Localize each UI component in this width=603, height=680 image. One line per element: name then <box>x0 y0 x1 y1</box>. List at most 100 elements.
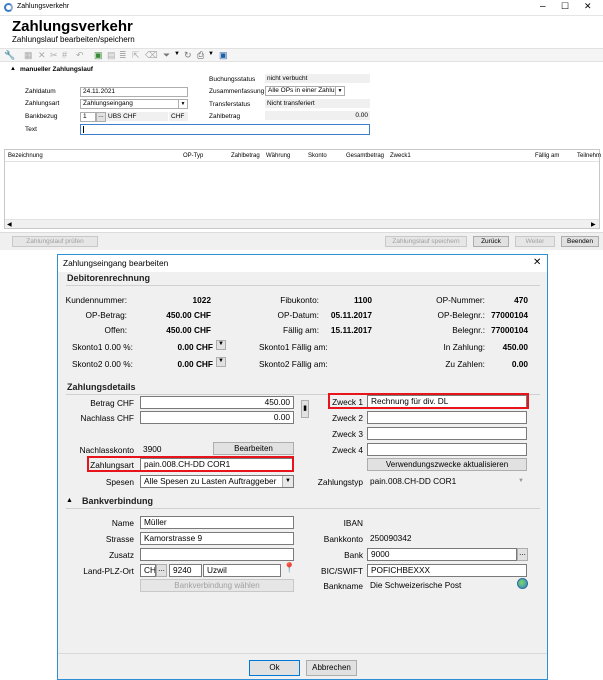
col-bezeichnung[interactable]: Bezeichnung <box>8 153 43 159</box>
chevron-down-icon[interactable]: ▼ <box>178 100 187 108</box>
bank-browse-button[interactable]: ... <box>517 548 528 561</box>
op-grid[interactable]: Bezeichnung OP-Typ Zahlbetrag Währung Sk… <box>4 149 601 229</box>
zurueck-button[interactable]: Zurück <box>473 236 509 247</box>
scroll-right-icon[interactable]: ▶ <box>591 221 596 228</box>
col-waehrung[interactable]: Währung <box>266 153 290 159</box>
nachlass-input[interactable]: 0.00 <box>140 411 294 424</box>
zweck1-highlight <box>328 393 529 409</box>
zahlungslauf-speichern-button[interactable]: Zahlungslauf speichern <box>385 236 467 247</box>
strasse-input[interactable]: Kamorstrasse 9 <box>140 532 294 545</box>
col-teilnehm[interactable]: Teilnehm <box>577 153 601 159</box>
ort-input[interactable]: Uzwil <box>203 564 281 577</box>
zahlungstyp-select[interactable]: pain.008.CH-DD COR1 ▼ <box>367 475 527 488</box>
globe-icon[interactable] <box>517 578 528 589</box>
filter-dropdown-icon[interactable]: ▼ <box>174 51 180 57</box>
iban-label: IBAN <box>343 518 363 528</box>
calculator-icon[interactable]: ▮ <box>301 400 309 418</box>
save-icon[interactable]: ▦ <box>24 50 33 61</box>
scissors-icon[interactable]: ✂ <box>50 50 58 61</box>
plz-input[interactable]: 9240 <box>169 564 202 577</box>
zuzahlen-value: 0.00 <box>511 359 528 369</box>
scroll-left-icon[interactable]: ◀ <box>7 221 12 228</box>
col-skonto[interactable]: Skonto <box>308 153 327 159</box>
horizontal-scrollbar[interactable]: ◀ ▶ <box>5 219 599 228</box>
zweck2-input[interactable] <box>367 411 527 424</box>
bankbezug-nr-input[interactable]: 1 <box>80 112 96 122</box>
zweck4-input[interactable] <box>367 443 527 456</box>
col-zweck1[interactable]: Zweck1 <box>390 153 411 159</box>
zahlungsart-label: Zahlungsart <box>25 100 60 107</box>
dialog-title: Zahlungseingang bearbeiten <box>63 258 169 268</box>
move-icon[interactable]: ⇱ <box>132 50 140 61</box>
col-zahlbetrag[interactable]: Zahlbetrag <box>231 153 260 159</box>
weiter-button[interactable]: Weiter <box>515 236 555 247</box>
strasse-label: Strasse <box>105 534 134 544</box>
bank-input[interactable]: 9000 <box>367 548 517 561</box>
close-icon[interactable]: ✕ <box>584 1 592 12</box>
minimize-icon[interactable]: – <box>540 1 546 12</box>
abbrechen-button[interactable]: Abbrechen <box>306 660 357 676</box>
wrench-icon[interactable]: 🔧 <box>4 50 15 61</box>
chevron-down-icon[interactable]: ▼ <box>335 87 344 95</box>
text-input[interactable] <box>80 124 370 135</box>
copy-icon[interactable]: ▤ <box>107 50 116 61</box>
zahldatum-input[interactable]: 24.11.2021 <box>80 87 188 97</box>
nachlass-label: Nachlass CHF <box>80 413 134 423</box>
bankbezug-browse-button[interactable]: ... <box>96 112 106 122</box>
opnummer-value: 470 <box>514 295 528 305</box>
bankname-label: Bankname <box>323 581 363 591</box>
export-icon[interactable]: ▣ <box>94 50 103 61</box>
ok-button[interactable]: Ok <box>249 660 300 676</box>
name-input[interactable]: Müller <box>140 516 294 529</box>
land-input[interactable]: CH <box>140 564 156 577</box>
col-optyp[interactable]: OP-Typ <box>183 153 203 159</box>
calculator-icon[interactable]: ▣ <box>219 50 228 61</box>
zusatz-input[interactable] <box>140 548 294 561</box>
verwendungszwecke-button[interactable]: Verwendungszwecke aktualisieren <box>367 458 527 471</box>
chevron-down-icon[interactable]: ▼ <box>282 476 293 487</box>
skonto1-dropdown-icon[interactable]: ▼ <box>216 340 226 350</box>
filter-icon[interactable]: ⏷ <box>163 50 170 61</box>
collapse-icon[interactable]: ▲ <box>10 66 16 72</box>
location-pin-icon[interactable]: 📍 <box>283 563 295 574</box>
skonto2-dropdown-icon[interactable]: ▼ <box>216 357 226 367</box>
bankverbindung-waehlen-button[interactable]: Bankverbindung wählen <box>140 579 294 592</box>
spesen-value: Alle Spesen zu Lasten Auftraggeber <box>144 476 277 486</box>
print-icon[interactable]: ⎙ <box>197 50 204 61</box>
skonto2-value: 0.00 CHF <box>177 359 213 369</box>
zuzahlen-label: Zu Zahlen: <box>445 359 485 369</box>
beenden-button[interactable]: Beenden <box>561 236 599 247</box>
maximize-icon[interactable]: ☐ <box>561 1 569 12</box>
erase-icon[interactable]: ⌫ <box>145 50 158 61</box>
zahlungsart-select[interactable]: Zahlungseingang ▼ <box>80 99 188 109</box>
opbetrag-value: 450.00 CHF <box>166 310 211 320</box>
col-faellig[interactable]: Fällig am <box>535 153 559 159</box>
chevron-down-icon[interactable]: ▼ <box>518 475 524 487</box>
spesen-select[interactable]: Alle Spesen zu Lasten Auftraggeber ▼ <box>140 475 294 488</box>
undo-icon[interactable]: ↶ <box>76 50 84 61</box>
list-icon[interactable]: ≣ <box>119 50 127 61</box>
zahldatum-label: Zahldatum <box>25 88 56 95</box>
zweck3-label: Zweck 3 <box>332 429 363 439</box>
bic-input[interactable]: POFICHBEXXX <box>367 564 527 577</box>
bic-label: BIC/SWIFT <box>321 566 363 576</box>
grid-icon[interactable]: # <box>62 50 67 60</box>
betrag-input[interactable]: 450.00 <box>140 396 294 409</box>
land-browse-button[interactable]: ... <box>156 564 167 577</box>
print-dropdown-icon[interactable]: ▼ <box>208 51 214 57</box>
delete-icon[interactable]: ✕ <box>38 50 46 61</box>
collapse-icon[interactable]: ▲ <box>66 497 73 504</box>
land-plz-ort-label: Land-PLZ-Ort <box>83 566 134 576</box>
zahlungstyp-label: Zahlungstyp <box>317 477 363 487</box>
zweck3-input[interactable] <box>367 427 527 440</box>
refresh-icon[interactable]: ↻ <box>184 50 192 61</box>
bankkonto-label: Bankkonto <box>323 534 363 544</box>
close-icon[interactable]: ✕ <box>533 257 541 268</box>
bankbezug-label: Bankbezug <box>25 113 58 120</box>
zusammenfassung-select[interactable]: Alle OPs in einer Zahlung ▼ <box>265 86 345 96</box>
fibukonto-label: Fibukonto: <box>280 295 319 305</box>
bearbeiten-button[interactable]: Bearbeiten <box>213 442 294 455</box>
grid-header <box>5 150 599 162</box>
col-gesamtbetrag[interactable]: Gesamtbetrag <box>346 153 384 159</box>
zahlungslauf-pruefen-button[interactable]: Zahlungslauf prüfen <box>12 236 98 247</box>
